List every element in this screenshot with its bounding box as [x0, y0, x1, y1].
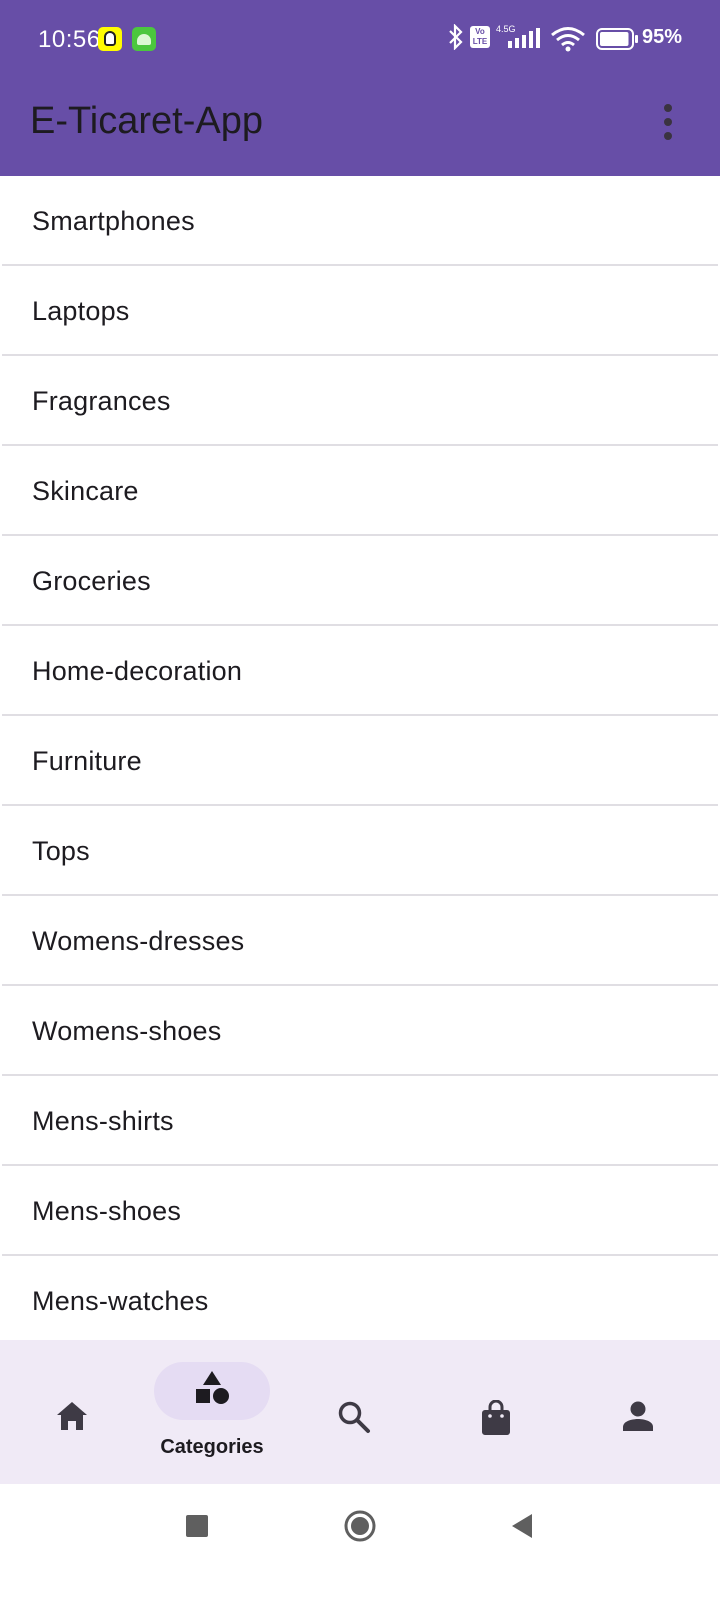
home-icon: [57, 1402, 87, 1430]
category-item[interactable]: Skincare: [2, 446, 718, 536]
category-label: Home-decoration: [32, 656, 243, 686]
nav-categories-label: Categories: [160, 1436, 264, 1458]
bluetooth-icon: [449, 24, 463, 50]
wifi-icon: [551, 27, 585, 52]
category-item[interactable]: Tops: [2, 806, 718, 896]
category-label: Skincare: [32, 476, 139, 506]
nav-categories[interactable]: Categories: [140, 1340, 284, 1484]
app-bar: E-Ticaret-App: [0, 80, 720, 176]
android-app-icon: [132, 27, 156, 51]
nav-home[interactable]: [0, 1340, 144, 1484]
status-bar: 10:56 Vo LTE 4.5G 95%: [0, 0, 720, 80]
home-circle-icon[interactable]: [344, 1510, 376, 1542]
category-item[interactable]: Fragrances: [2, 356, 718, 446]
nav-cart[interactable]: [424, 1340, 568, 1484]
person-icon: [623, 1401, 653, 1431]
category-item[interactable]: Groceries: [2, 536, 718, 626]
shopping-bag-icon: [482, 1400, 510, 1435]
category-label: Groceries: [32, 566, 151, 596]
app-title: E-Ticaret-App: [30, 100, 263, 142]
category-label: Mens-shirts: [32, 1106, 174, 1136]
category-item[interactable]: Furniture: [2, 716, 718, 806]
nav-profile[interactable]: [566, 1340, 710, 1484]
signal-icon: [508, 28, 540, 48]
category-label: Tops: [32, 836, 90, 866]
category-item[interactable]: Womens-dresses: [2, 896, 718, 986]
snapchat-icon: [98, 27, 122, 51]
category-item[interactable]: Mens-shoes: [2, 1166, 718, 1256]
status-indicators: Vo LTE 4.5G 95%: [420, 22, 720, 56]
category-label: Furniture: [32, 746, 142, 776]
bottom-navigation: Categories: [0, 1340, 720, 1484]
category-item[interactable]: Mens-shirts: [2, 1076, 718, 1166]
nav-search[interactable]: [282, 1340, 426, 1484]
category-list: Smartphones Laptops Fragrances Skincare Groc…: [0, 176, 720, 1346]
categories-icon: [196, 1371, 229, 1404]
category-item[interactable]: Smartphones: [2, 176, 718, 266]
category-label: Mens-shoes: [32, 1196, 182, 1226]
status-time: 10:56: [38, 26, 101, 53]
more-vert-icon[interactable]: [656, 104, 680, 144]
category-item[interactable]: Mens-watches: [2, 1256, 718, 1346]
battery-icon: [596, 28, 638, 50]
category-label: Mens-watches: [32, 1286, 209, 1316]
category-label: Womens-dresses: [32, 926, 245, 956]
category-label: Laptops: [32, 296, 130, 326]
category-label: Fragrances: [32, 386, 171, 416]
volte-icon: Vo LTE: [470, 26, 490, 48]
category-item[interactable]: Home-decoration: [2, 626, 718, 716]
recent-apps-icon[interactable]: [186, 1515, 208, 1537]
back-icon[interactable]: [510, 1512, 534, 1540]
battery-percent: 95%: [642, 26, 683, 48]
category-item[interactable]: Womens-shoes: [2, 986, 718, 1076]
search-icon: [338, 1401, 370, 1433]
category-item[interactable]: Laptops: [2, 266, 718, 356]
system-navigation-bar: [0, 1484, 720, 1600]
category-label: Smartphones: [32, 206, 195, 236]
category-label: Womens-shoes: [32, 1016, 222, 1046]
